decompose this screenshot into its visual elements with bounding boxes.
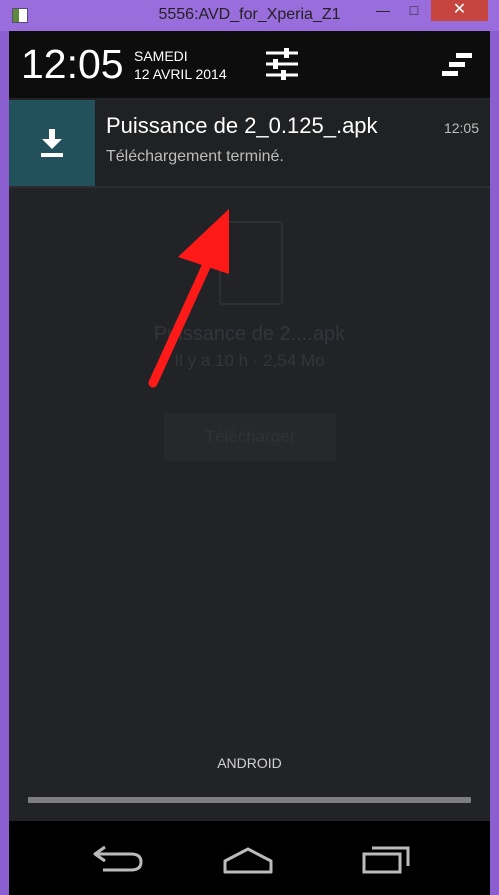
clock: 12:05 [21, 41, 124, 87]
clear-all-icon[interactable] [440, 51, 474, 79]
date: 12 AVRIL 2014 [134, 66, 227, 82]
bg-file-meta: Il y a 10 h · 2,54 Mo [174, 351, 325, 370]
maximize-button[interactable]: □ [399, 0, 429, 21]
bg-download-button: Télécharger [164, 413, 336, 461]
download-notification[interactable]: Puissance de 2_0.125_.apk Téléchargement… [9, 100, 490, 188]
window-titlebar: 5556:AVD_for_Xperia_Z1 — □ ✕ [0, 0, 499, 31]
notification-time: 12:05 [443, 120, 479, 136]
window-frame-right [490, 31, 499, 895]
minimize-button[interactable]: — [368, 0, 398, 21]
home-icon[interactable] [220, 841, 276, 875]
download-icon [41, 129, 63, 157]
quick-settings-sliders-icon[interactable] [264, 46, 300, 82]
day-name: SAMEDI [134, 48, 188, 64]
notification-shade-header: 12:05 SAMEDI 12 AVRIL 2014 [9, 31, 490, 98]
bg-file-name: Puissance de 2....apk [153, 323, 346, 345]
window-frame-left [0, 31, 9, 895]
device-screen: Puissance de 2....apk Il y a 10 h · 2,54… [9, 31, 490, 895]
notification-title: Puissance de 2_0.125_.apk [106, 113, 378, 138]
close-button[interactable]: ✕ [431, 0, 488, 21]
navigation-bar [9, 821, 490, 895]
recent-apps-icon[interactable] [358, 841, 414, 875]
back-icon[interactable] [91, 841, 147, 875]
shade-drag-handle[interactable] [28, 797, 471, 803]
carrier-label: ANDROID [217, 755, 282, 771]
notification-subtitle: Téléchargement terminé. [106, 148, 284, 165]
file-icon [219, 221, 283, 305]
notification-icon-area [9, 100, 95, 186]
